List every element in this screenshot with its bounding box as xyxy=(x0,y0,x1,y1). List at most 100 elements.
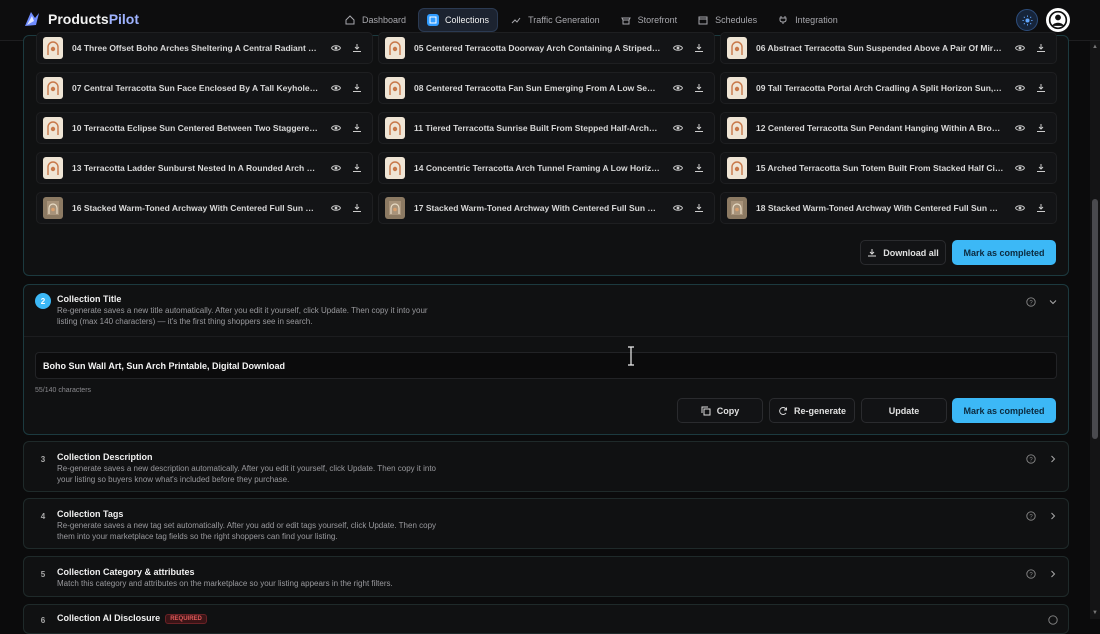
help-icon[interactable]: ? xyxy=(1026,453,1036,467)
image-thumbnail[interactable] xyxy=(43,197,63,219)
download-icon[interactable] xyxy=(348,119,366,137)
chevron-right-icon[interactable] xyxy=(1048,510,1058,524)
preview-eye-icon[interactable] xyxy=(669,119,687,137)
download-icon[interactable] xyxy=(690,159,708,177)
section-controls: ? xyxy=(1026,453,1058,467)
nav-integration[interactable]: Integration xyxy=(769,8,846,32)
chevron-down-icon[interactable] xyxy=(1048,296,1058,310)
image-list-item: 14 Concentric Terracotta Arch Tunnel Fra… xyxy=(378,152,715,184)
download-icon[interactable] xyxy=(690,79,708,97)
mark-title-completed-button[interactable]: Mark as completed xyxy=(952,398,1056,423)
section-controls: ? xyxy=(1026,296,1058,310)
page-scrollbar[interactable]: ▲ ▼ xyxy=(1090,41,1100,619)
scroll-down-icon[interactable]: ▼ xyxy=(1091,609,1099,617)
collection-category-section[interactable]: 5 Collection Category & attributes Match… xyxy=(23,556,1069,597)
preview-eye-icon[interactable] xyxy=(669,199,687,217)
image-list-item: 17 Stacked Warm-Toned Archway With Cente… xyxy=(378,192,715,224)
image-thumbnail[interactable] xyxy=(727,77,747,99)
regenerate-button[interactable]: Re-generate xyxy=(769,398,855,423)
preview-eye-icon[interactable] xyxy=(1011,199,1029,217)
help-icon[interactable]: ? xyxy=(1026,296,1036,310)
preview-eye-icon[interactable] xyxy=(669,159,687,177)
image-thumbnail[interactable] xyxy=(385,157,405,179)
image-thumbnail[interactable] xyxy=(727,197,747,219)
nav-collections[interactable]: Collections xyxy=(418,8,499,32)
nav-storefront-label: Storefront xyxy=(637,15,678,25)
home-icon xyxy=(344,14,356,26)
collection-images-card: 04 Three Offset Boho Arches Sheltering A… xyxy=(23,32,1069,276)
download-all-button[interactable]: Download all xyxy=(860,240,946,265)
download-icon[interactable] xyxy=(690,199,708,217)
preview-eye-icon[interactable] xyxy=(327,199,345,217)
preview-eye-icon[interactable] xyxy=(1011,79,1029,97)
image-thumbnail[interactable] xyxy=(385,37,405,59)
collection-title-input[interactable]: Boho Sun Wall Art, Sun Arch Printable, D… xyxy=(35,352,1057,379)
image-actions xyxy=(669,119,708,137)
collection-description-section[interactable]: 3 Collection Description Re-generate sav… xyxy=(23,441,1069,492)
mark-images-completed-button[interactable]: Mark as completed xyxy=(952,240,1056,265)
update-button[interactable]: Update xyxy=(861,398,947,423)
download-icon[interactable] xyxy=(690,39,708,57)
help-icon[interactable]: ? xyxy=(1026,510,1036,524)
image-thumbnail[interactable] xyxy=(43,157,63,179)
preview-eye-icon[interactable] xyxy=(1011,39,1029,57)
image-thumbnail[interactable] xyxy=(385,197,405,219)
nav-dashboard[interactable]: Dashboard xyxy=(336,8,414,32)
chevron-right-icon[interactable] xyxy=(1048,453,1058,467)
image-label: 10 Terracotta Eclipse Sun Centered Betwe… xyxy=(72,123,320,133)
help-icon[interactable] xyxy=(1048,614,1058,628)
image-thumbnail[interactable] xyxy=(43,37,63,59)
nav-traffic-label: Traffic Generation xyxy=(528,15,600,25)
download-icon[interactable] xyxy=(1032,159,1050,177)
image-actions xyxy=(669,199,708,217)
image-label: 04 Three Offset Boho Arches Sheltering A… xyxy=(72,43,320,53)
theme-toggle-button[interactable] xyxy=(1016,9,1038,31)
chevron-right-icon[interactable] xyxy=(1048,568,1058,582)
collection-ai-disclosure-section[interactable]: 6 Collection AI Disclosure REQUIRED xyxy=(23,604,1069,634)
download-icon[interactable] xyxy=(1032,79,1050,97)
download-icon[interactable] xyxy=(1032,199,1050,217)
nav-traffic-generation[interactable]: Traffic Generation xyxy=(502,8,608,32)
download-icon[interactable] xyxy=(348,199,366,217)
preview-eye-icon[interactable] xyxy=(327,79,345,97)
download-icon[interactable] xyxy=(1032,39,1050,57)
collection-tags-section[interactable]: 4 Collection Tags Re-generate saves a ne… xyxy=(23,498,1069,549)
download-icon[interactable] xyxy=(348,159,366,177)
image-list-item: 13 Terracotta Ladder Sunburst Nested In … xyxy=(36,152,373,184)
preview-eye-icon[interactable] xyxy=(669,39,687,57)
step-badge-6: 6 xyxy=(40,615,46,625)
image-thumbnail[interactable] xyxy=(727,157,747,179)
download-icon[interactable] xyxy=(348,39,366,57)
image-thumbnail[interactable] xyxy=(727,37,747,59)
help-icon[interactable]: ? xyxy=(1026,568,1036,582)
image-list-item: 04 Three Offset Boho Arches Sheltering A… xyxy=(36,32,373,64)
image-thumbnail[interactable] xyxy=(385,117,405,139)
nav-schedules[interactable]: Schedules xyxy=(689,8,765,32)
preview-eye-icon[interactable] xyxy=(327,119,345,137)
preview-eye-icon[interactable] xyxy=(1011,159,1029,177)
nav-storefront[interactable]: Storefront xyxy=(612,8,686,32)
image-thumbnail[interactable] xyxy=(43,117,63,139)
brand-name: ProductsPilot xyxy=(48,11,140,27)
preview-eye-icon[interactable] xyxy=(327,39,345,57)
scroll-thumb[interactable] xyxy=(1092,199,1098,439)
preview-eye-icon[interactable] xyxy=(669,79,687,97)
image-thumbnail[interactable] xyxy=(43,77,63,99)
user-avatar[interactable] xyxy=(1046,8,1070,32)
image-actions xyxy=(327,159,366,177)
image-thumbnail[interactable] xyxy=(727,117,747,139)
image-list-item: 05 Centered Terracotta Doorway Arch Cont… xyxy=(378,32,715,64)
image-list-item: 09 Tall Terracotta Portal Arch Cradling … xyxy=(720,72,1057,104)
user-icon xyxy=(1048,10,1068,30)
preview-eye-icon[interactable] xyxy=(1011,119,1029,137)
image-thumbnail[interactable] xyxy=(385,77,405,99)
download-icon[interactable] xyxy=(690,119,708,137)
download-icon[interactable] xyxy=(1032,119,1050,137)
copy-button[interactable]: Copy xyxy=(677,398,763,423)
brand[interactable]: ProductsPilot xyxy=(22,9,139,29)
store-icon xyxy=(620,14,632,26)
download-icon[interactable] xyxy=(348,79,366,97)
scroll-up-icon[interactable]: ▲ xyxy=(1091,43,1099,51)
mark-title-completed-label: Mark as completed xyxy=(963,405,1045,416)
preview-eye-icon[interactable] xyxy=(327,159,345,177)
